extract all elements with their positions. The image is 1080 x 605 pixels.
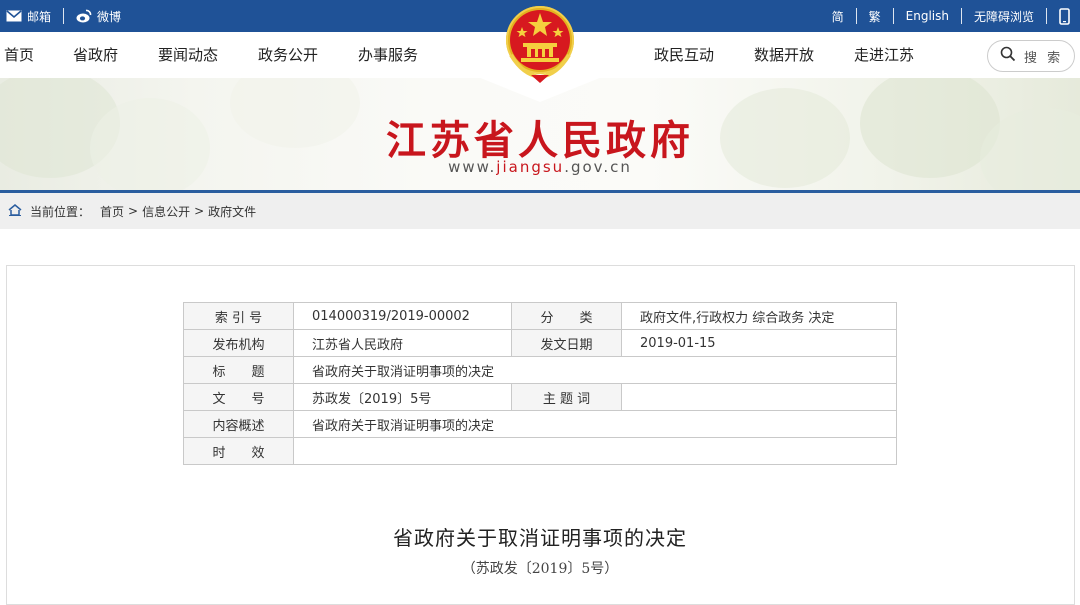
site-url-highlight: jiangsu	[496, 158, 565, 176]
document-number-value: 苏政发〔2019〕5号	[293, 383, 512, 411]
title-label: 标 题	[183, 356, 294, 384]
issuer-label: 发布机构	[183, 329, 294, 357]
validity-value	[293, 437, 897, 465]
breadcrumb-info-disclosure[interactable]: 信息公开	[142, 203, 190, 220]
nav-item-government-affairs[interactable]: 政务公开	[258, 32, 318, 78]
document-number-label: 文 号	[183, 383, 294, 411]
title-value: 省政府关于取消证明事项的决定	[293, 356, 897, 384]
divider	[855, 8, 857, 24]
index-value: 014000319/2019-00002	[293, 302, 512, 330]
nav-item-provincial-government[interactable]: 省政府	[73, 32, 118, 78]
home-icon	[8, 203, 22, 219]
simplified-chinese-link[interactable]: 简	[832, 8, 844, 25]
table-row: 时 效	[183, 437, 897, 465]
summary-label: 内容概述	[183, 410, 294, 438]
table-row: 发布机构 江苏省人民政府 发文日期 2019-01-15	[183, 329, 897, 357]
date-value: 2019-01-15	[621, 329, 897, 357]
nav-item-home[interactable]: 首页	[4, 32, 34, 78]
breadcrumb-separator: >	[194, 204, 205, 218]
top-bar-left: 邮箱 微博	[6, 0, 121, 32]
english-link[interactable]: English	[906, 9, 949, 23]
validity-label: 时 效	[183, 437, 294, 465]
table-row: 内容概述 省政府关于取消证明事项的决定	[183, 410, 897, 438]
breadcrumb-government-documents[interactable]: 政府文件	[208, 203, 256, 220]
index-label: 索 引 号	[183, 302, 294, 330]
nav-item-about-jiangsu[interactable]: 走进江苏	[854, 32, 914, 78]
national-emblem-icon[interactable]	[503, 3, 577, 83]
table-row: 标 题 省政府关于取消证明事项的决定	[183, 356, 897, 384]
nav-item-services[interactable]: 办事服务	[358, 32, 418, 78]
date-label: 发文日期	[511, 329, 622, 357]
table-row: 文 号 苏政发〔2019〕5号 主 题 词	[183, 383, 897, 411]
document-title: 省政府关于取消证明事项的决定	[393, 526, 687, 550]
breadcrumb-home[interactable]: 首页	[100, 203, 124, 220]
breadcrumb-separator: >	[128, 204, 139, 218]
document-metadata-table: 索 引 号 014000319/2019-00002 分 类 政府文件,行政权力…	[183, 302, 897, 465]
weibo-icon	[76, 9, 92, 23]
mail-label: 邮箱	[27, 9, 52, 24]
divider	[960, 8, 962, 24]
summary-value: 省政府关于取消证明事项的决定	[293, 410, 897, 438]
issuer-value: 江苏省人民政府	[293, 329, 512, 357]
search-icon	[1000, 46, 1016, 66]
category-label: 分 类	[511, 302, 622, 330]
divider	[892, 8, 894, 24]
search-button[interactable]: 搜 索	[987, 40, 1075, 72]
site-url-prefix: www.	[448, 158, 497, 176]
divider	[63, 8, 65, 24]
mobile-icon[interactable]	[1059, 7, 1070, 25]
accessibility-link[interactable]: 无障碍浏览	[974, 8, 1034, 25]
mail-link[interactable]: 邮箱	[6, 8, 51, 25]
search-label: 搜 索	[1024, 50, 1064, 66]
weibo-label: 微博	[97, 9, 122, 24]
document-number: （苏政发〔2019〕5号）	[461, 561, 619, 577]
mail-icon	[6, 10, 22, 22]
site-url: www.jiangsu.gov.cn	[0, 158, 1080, 176]
nav-item-interaction[interactable]: 政民互动	[654, 32, 714, 78]
nav-item-news[interactable]: 要闻动态	[158, 32, 218, 78]
traditional-chinese-link[interactable]: 繁	[869, 8, 881, 25]
divider	[1046, 8, 1047, 24]
keywords-value	[621, 383, 897, 411]
table-row: 索 引 号 014000319/2019-00002 分 类 政府文件,行政权力…	[183, 302, 897, 330]
category-value: 政府文件,行政权力 综合政务 决定	[621, 302, 897, 330]
breadcrumb: 当前位置： 首页 > 信息公开 > 政府文件	[0, 193, 1080, 229]
breadcrumb-label: 当前位置：	[30, 204, 91, 219]
top-bar-right: 简 繁 English 无障碍浏览	[832, 0, 1070, 32]
keywords-label: 主 题 词	[511, 383, 622, 411]
nav-item-open-data[interactable]: 数据开放	[754, 32, 814, 78]
weibo-link[interactable]: 微博	[76, 8, 121, 25]
site-url-suffix: .gov.cn	[564, 158, 632, 176]
